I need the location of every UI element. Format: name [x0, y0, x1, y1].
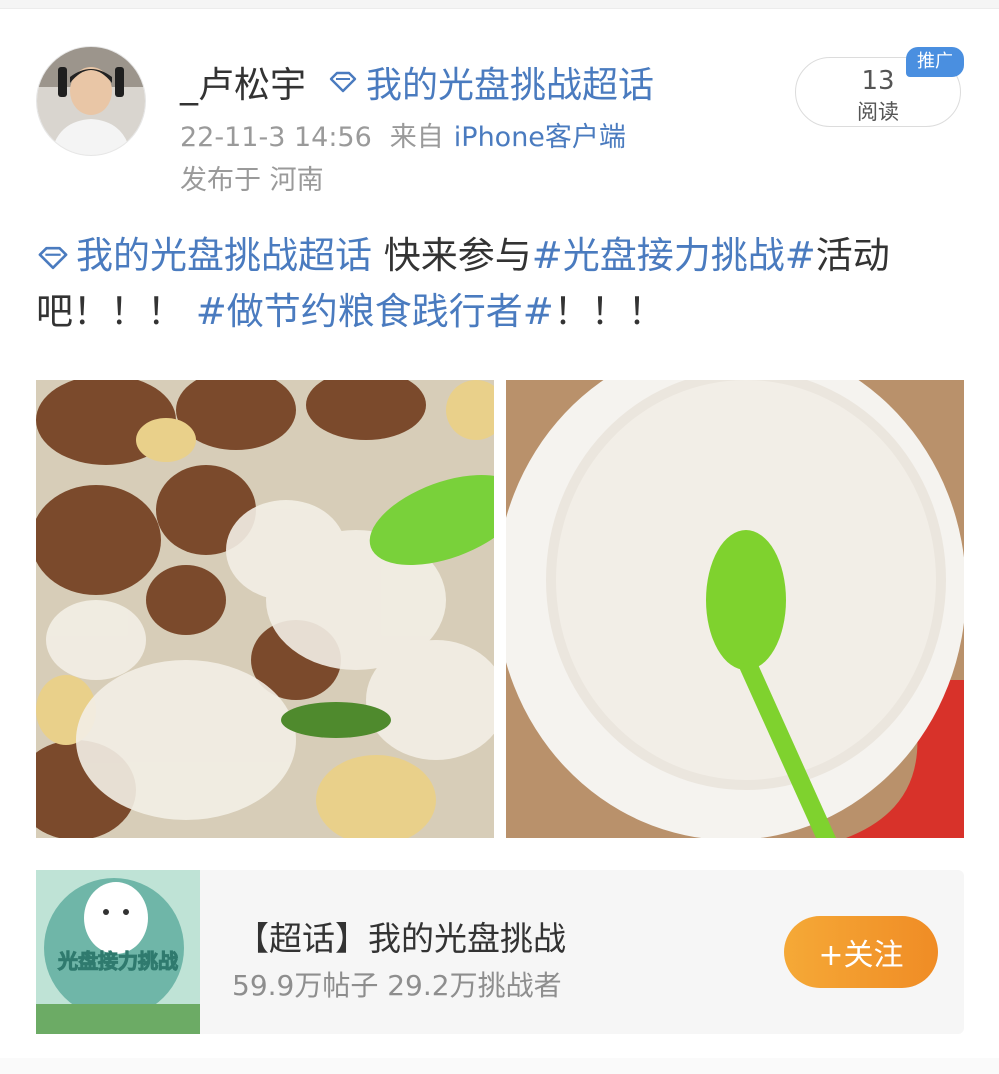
supertopic-link-label: 我的光盘挑战超话 — [366, 65, 655, 106]
from-label: 来自 — [389, 122, 444, 153]
body-text-1: 快来参与 — [372, 234, 532, 277]
top-divider — [0, 0, 999, 9]
hashtag-link[interactable]: #做节约粮食践行者# — [196, 290, 554, 333]
supertopic-card[interactable]: 光盘接力挑战 【超话】我的光盘挑战 59.9万帖子 29.2万挑战者 +关注 — [36, 870, 964, 1034]
body-supertopic-label: 我的光盘挑战超话 — [76, 234, 372, 277]
food-photo[interactable] — [36, 380, 494, 838]
post-body: 我的光盘挑战超话 快来参与#光盘接力挑战#活动吧！！！ #做节约粮食践行者#！！… — [36, 228, 956, 340]
body-supertopic-link[interactable]: 我的光盘挑战超话 — [36, 234, 372, 277]
post-time: 22-11-3 14:56 — [180, 122, 372, 153]
promote-badge[interactable]: 推广 — [906, 47, 964, 77]
supertopic-thumbnail: 光盘接力挑战 — [36, 870, 200, 1034]
supertopic-stats: 59.9万帖子 29.2万挑战者 — [232, 969, 562, 1002]
client-source-link[interactable]: iPhone客户端 — [454, 122, 626, 153]
hashtag-link[interactable]: #光盘接力挑战# — [532, 234, 816, 277]
body-text-3: ！！！ — [553, 290, 665, 333]
supertopic-link[interactable]: 我的光盘挑战超话 — [328, 56, 654, 108]
read-label: 阅读 — [857, 100, 899, 124]
supertopic-title: 【超话】我的光盘挑战 — [236, 919, 566, 958]
thumbnail-caption: 光盘接力挑战 — [57, 949, 178, 973]
bottom-edge — [0, 1058, 999, 1074]
empty-bowl-photo[interactable] — [506, 380, 964, 838]
username[interactable]: _卢松宇 — [180, 56, 306, 108]
post-meta: 22-11-3 14:56 来自 iPhone客户端 — [180, 115, 626, 154]
post-location: 发布于 河南 — [180, 165, 324, 196]
avatar[interactable] — [36, 46, 146, 156]
diamond-icon — [38, 246, 68, 270]
follow-button[interactable]: +关注 — [784, 916, 938, 988]
diamond-icon — [329, 71, 357, 93]
